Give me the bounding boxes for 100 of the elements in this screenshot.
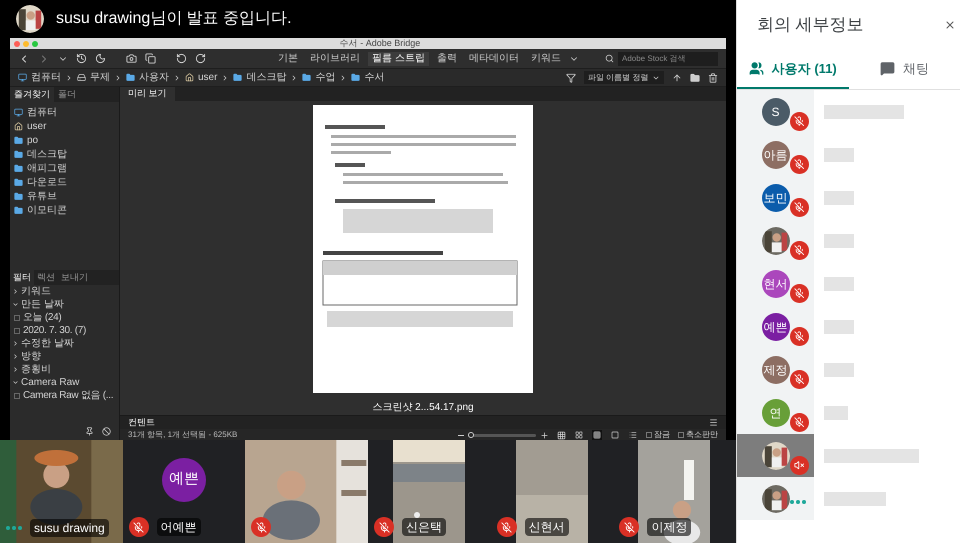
filter-option[interactable]: 오늘 (24) <box>10 311 119 324</box>
presenter-message: susu drawing님이 발표 중입니다. <box>56 9 292 29</box>
folder-icon <box>14 150 23 158</box>
mic-off-icon <box>790 412 808 432</box>
menu-icon[interactable] <box>709 418 718 427</box>
view-mode-icon[interactable] <box>592 430 602 440</box>
checkbox[interactable] <box>14 314 20 320</box>
view-mode-icon[interactable] <box>610 430 620 440</box>
zoom-in-icon[interactable] <box>540 430 549 440</box>
panel-tab[interactable]: 보내기 <box>58 270 91 285</box>
checkbox[interactable] <box>14 328 20 334</box>
option-checkbox[interactable]: 축소판만 <box>678 429 718 441</box>
participant-row[interactable]: 제정 <box>737 348 960 391</box>
participant-row[interactable]: 예쁜 <box>737 305 960 348</box>
folder-icon <box>302 73 312 82</box>
blurred-name <box>824 234 854 248</box>
filter-option[interactable]: 2020. 7. 30. (7) <box>10 324 119 337</box>
favorite-item[interactable]: user <box>10 120 119 132</box>
avatar: 현서 <box>762 270 790 298</box>
panel-tab[interactable]: 폴더 <box>54 87 80 102</box>
pin-icon[interactable] <box>85 427 94 436</box>
rotate-right-icon[interactable] <box>195 53 206 64</box>
moon-icon[interactable] <box>95 53 106 64</box>
blurred-name <box>824 406 848 420</box>
blurred-name <box>824 190 854 204</box>
filter-group[interactable]: 방향 <box>10 350 119 363</box>
favorite-item[interactable]: 다운로드 <box>10 176 119 188</box>
sort-dropdown[interactable]: 파일 이름별 정렬 <box>584 71 664 84</box>
filter-group[interactable]: 수정한 날짜 <box>10 337 119 350</box>
thumbnail-size-slider[interactable] <box>468 432 536 438</box>
breadcrumb-link[interactable]: 수업 <box>315 70 336 85</box>
participant-name: 신현서 <box>524 518 569 536</box>
mic-off-icon <box>790 198 808 216</box>
breadcrumb-link[interactable]: 무제 <box>90 70 110 85</box>
filter-group[interactable]: 키워드 <box>10 285 119 298</box>
mic-off-icon <box>790 284 808 302</box>
blurred-name <box>824 362 854 376</box>
favorite-item[interactable]: 애피그램 <box>10 162 119 174</box>
camera-icon[interactable] <box>126 53 137 64</box>
workspace-tab[interactable]: 기본 <box>274 52 302 66</box>
drive-icon <box>77 73 86 82</box>
filter-icon[interactable] <box>566 72 576 82</box>
participant-row[interactable]: 아름 <box>737 133 960 176</box>
participant-row[interactable]: S <box>737 90 960 133</box>
workspace-tab[interactable]: 키워드 <box>526 52 565 66</box>
history-icon[interactable] <box>76 53 87 64</box>
breadcrumb-link[interactable]: 수서 <box>364 70 384 85</box>
favorite-item[interactable]: 유튜브 <box>10 190 119 202</box>
view-mode-icon[interactable] <box>574 430 584 440</box>
filter-option[interactable]: Camera Raw 없음 (... <box>10 389 119 402</box>
favorite-item[interactable]: 이모티콘 <box>10 204 119 216</box>
workspace-tab[interactable]: 필름 스트립 <box>368 52 429 66</box>
home-icon <box>185 73 194 82</box>
breadcrumb-link[interactable]: 데스크탑 <box>246 70 286 85</box>
grid-lock-icon[interactable] <box>557 430 566 440</box>
breadcrumb-link[interactable]: 컴퓨터 <box>31 70 61 85</box>
breadcrumb-link[interactable]: 사용자 <box>139 70 169 85</box>
workspace-tab[interactable]: 출력 <box>432 52 461 66</box>
participant-row[interactable]: 현서 <box>737 262 960 305</box>
workspace-tab[interactable]: 메타데이터 <box>464 52 523 66</box>
folder-icon <box>14 136 23 144</box>
folder-icon[interactable] <box>690 72 700 82</box>
filter-group[interactable]: 만든 날짜 <box>10 298 119 311</box>
arrow-up-icon[interactable] <box>672 72 682 82</box>
people-icon <box>748 61 764 76</box>
participant-row[interactable]: 보민 <box>737 176 960 219</box>
chevron-right-icon <box>12 288 19 295</box>
avatar: 아름 <box>762 140 790 168</box>
trash-icon[interactable] <box>708 72 718 82</box>
panel-tab[interactable]: 렉션 <box>34 270 58 285</box>
copy-icon[interactable] <box>145 53 156 64</box>
panel-tab[interactable]: 필터 <box>10 270 34 285</box>
rotate-left-icon[interactable] <box>176 53 187 64</box>
panel-tab[interactable]: 즐겨찾기 <box>10 87 54 102</box>
mic-off-icon <box>128 517 149 537</box>
filter-group[interactable]: 종횡비 <box>10 363 119 376</box>
speaker-off-icon <box>790 456 808 474</box>
search-icon[interactable] <box>605 54 614 63</box>
checkbox[interactable] <box>14 392 20 398</box>
mic-off-icon <box>790 154 808 174</box>
video-tile[interactable]: 예쁜 어예쁜 <box>122 440 246 543</box>
favorite-item[interactable]: 데스크탑 <box>10 148 119 160</box>
mic-off-icon <box>790 112 808 130</box>
participant-name: 어예쁜 <box>156 518 201 536</box>
panel-tab[interactable]: 채팅 <box>848 50 960 89</box>
mic-off-icon <box>496 517 517 537</box>
option-checkbox[interactable]: 잠금 <box>646 429 670 441</box>
favorite-item[interactable]: 컴퓨터 <box>10 106 119 118</box>
content-tab[interactable]: 컨텐트 <box>120 416 163 429</box>
favorite-item[interactable]: po <box>10 134 119 146</box>
preview-tab[interactable]: 미리 보기 <box>120 87 175 100</box>
close-icon[interactable] <box>944 19 956 31</box>
clear-icon[interactable] <box>102 427 111 436</box>
filter-group[interactable]: Camera Raw <box>10 376 119 389</box>
folder-icon <box>126 73 135 82</box>
folder-icon <box>351 73 360 82</box>
workspace-tab[interactable]: 라이브러리 <box>306 52 364 66</box>
avatar: 예쁜 <box>162 458 206 502</box>
breadcrumb-link[interactable]: user <box>198 70 218 85</box>
search-field[interactable]: Adobe Stock 검색 <box>618 52 718 66</box>
